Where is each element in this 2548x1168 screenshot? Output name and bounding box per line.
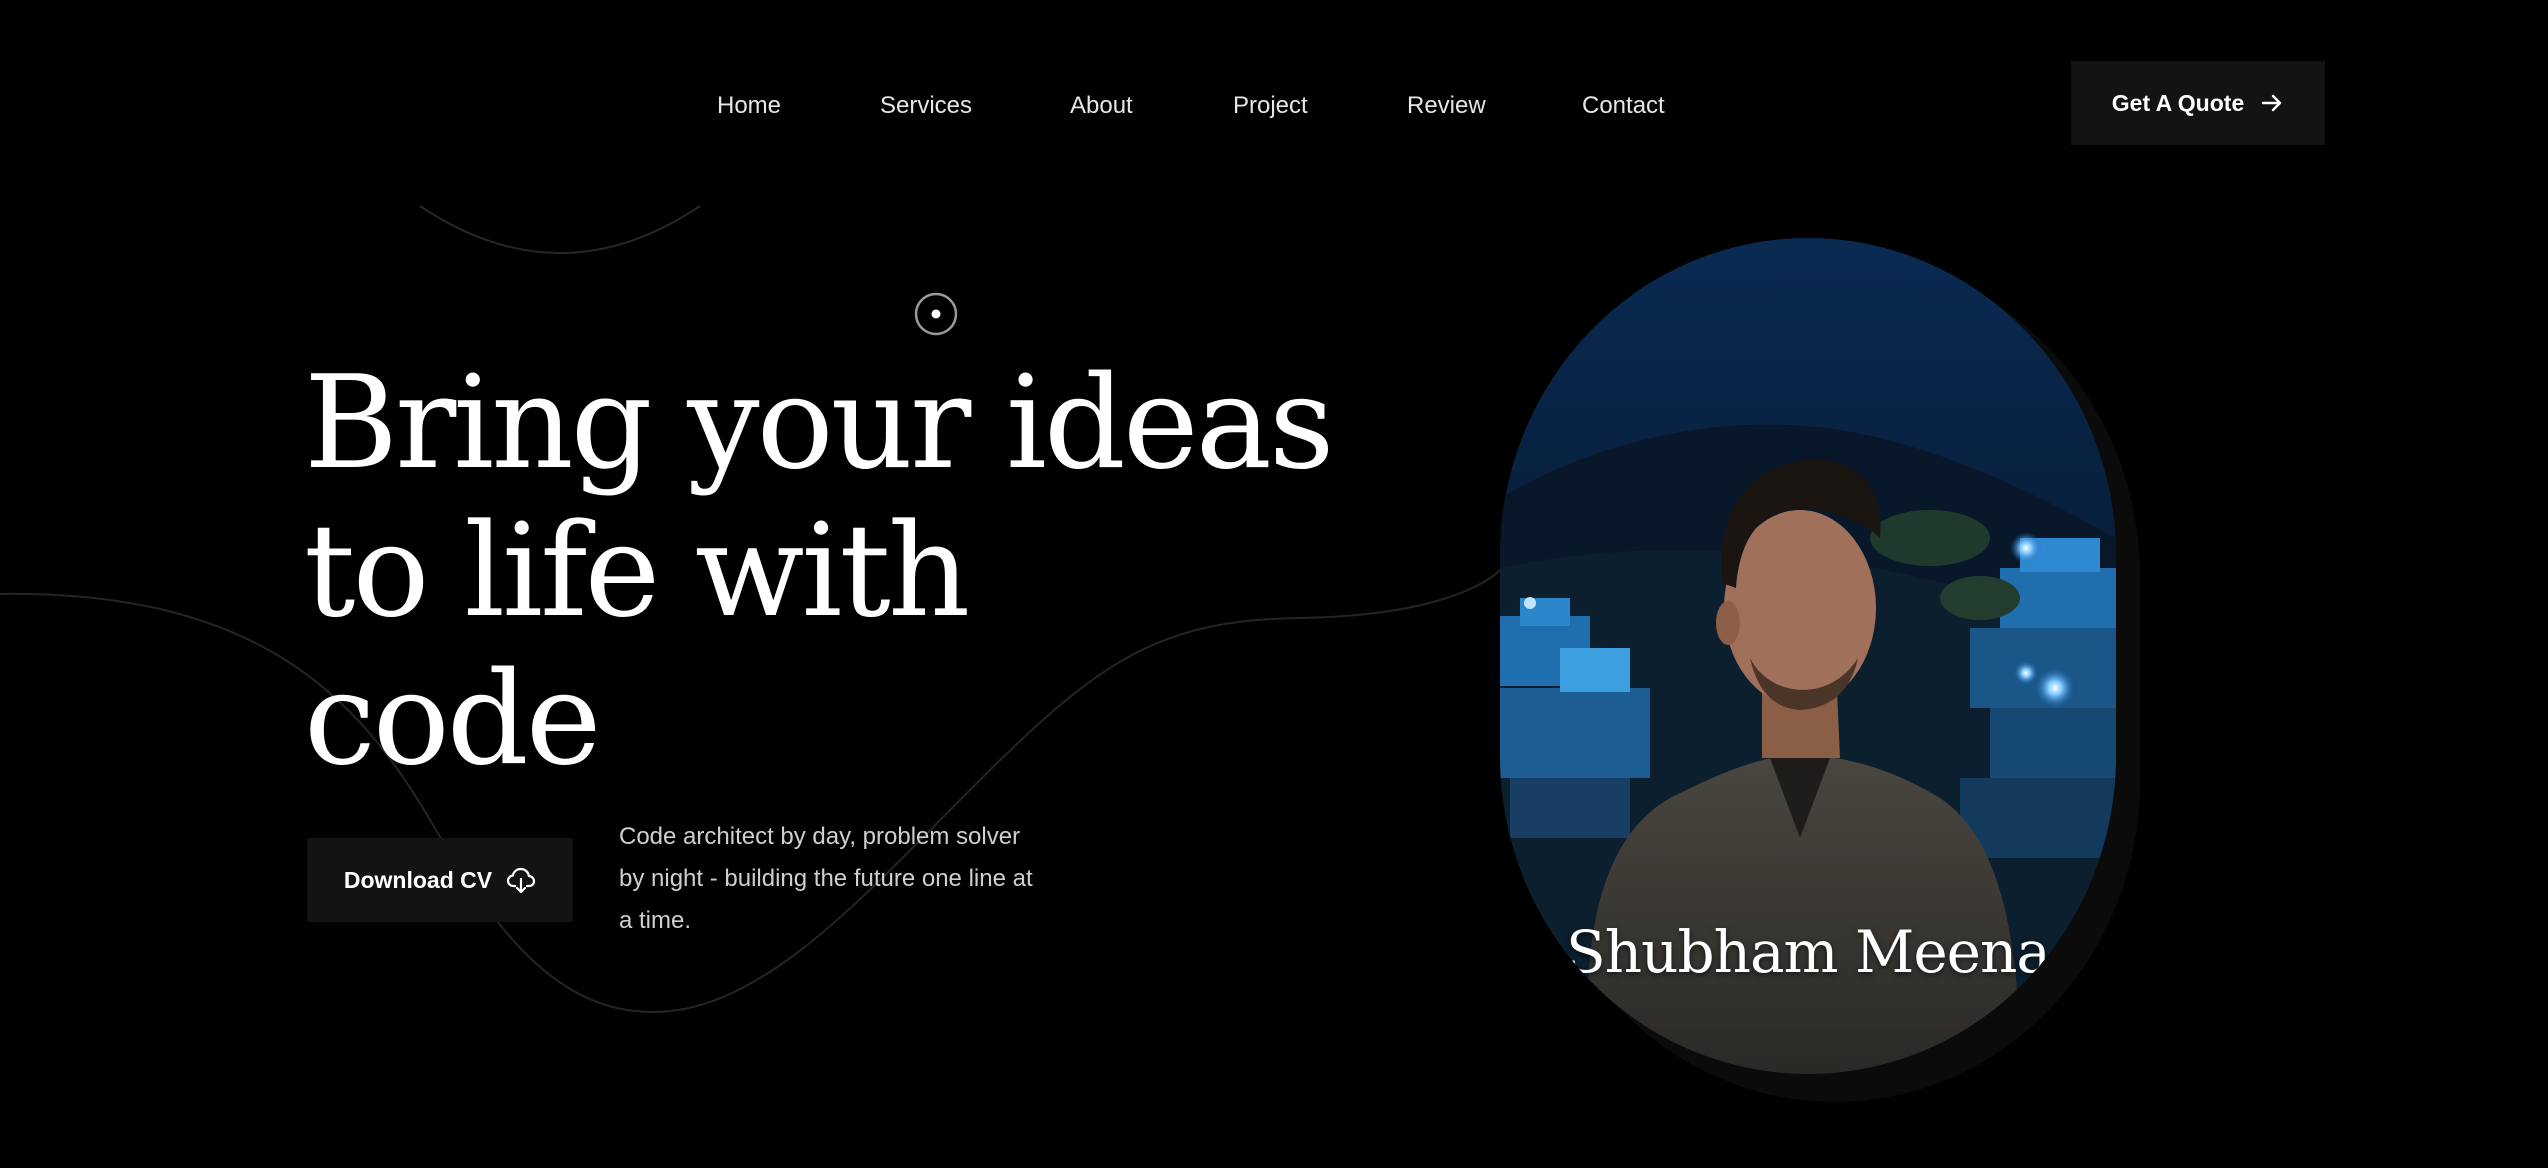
cloud-download-icon xyxy=(506,866,536,894)
top-navigation: Home Services About Project Review Conta… xyxy=(0,0,2548,200)
nav-link-services[interactable]: Services xyxy=(880,88,972,124)
download-cv-button[interactable]: Download CV xyxy=(307,838,573,922)
hero-tagline: Code architect by day, problem solver by… xyxy=(619,823,1033,934)
hero-heading-line-1: Bring your ideas xyxy=(304,349,1335,498)
nav-link-about[interactable]: About xyxy=(1070,88,1133,124)
scroll-indicator-icon xyxy=(914,292,958,336)
hero-heading-line-3: code xyxy=(304,645,601,794)
get-a-quote-label: Get A Quote xyxy=(2111,89,2245,116)
nav-link-review[interactable]: Review xyxy=(1407,88,1486,124)
hero-heading-line-2: to life with xyxy=(304,497,970,646)
profile-photo: Shubham Meena xyxy=(1500,238,2116,1074)
get-a-quote-button[interactable]: Get A Quote xyxy=(2071,61,2325,145)
nav-link-home[interactable]: Home xyxy=(717,88,781,124)
download-cv-label: Download CV xyxy=(343,866,493,893)
arrow-right-icon xyxy=(2260,91,2284,115)
hero-heading: Bring your ideas to life with code xyxy=(304,350,1404,794)
nav-link-contact[interactable]: Contact xyxy=(1582,88,1665,124)
portrait-name: Shubham Meena xyxy=(1566,918,2051,986)
nav-link-project[interactable]: Project xyxy=(1233,88,1308,124)
